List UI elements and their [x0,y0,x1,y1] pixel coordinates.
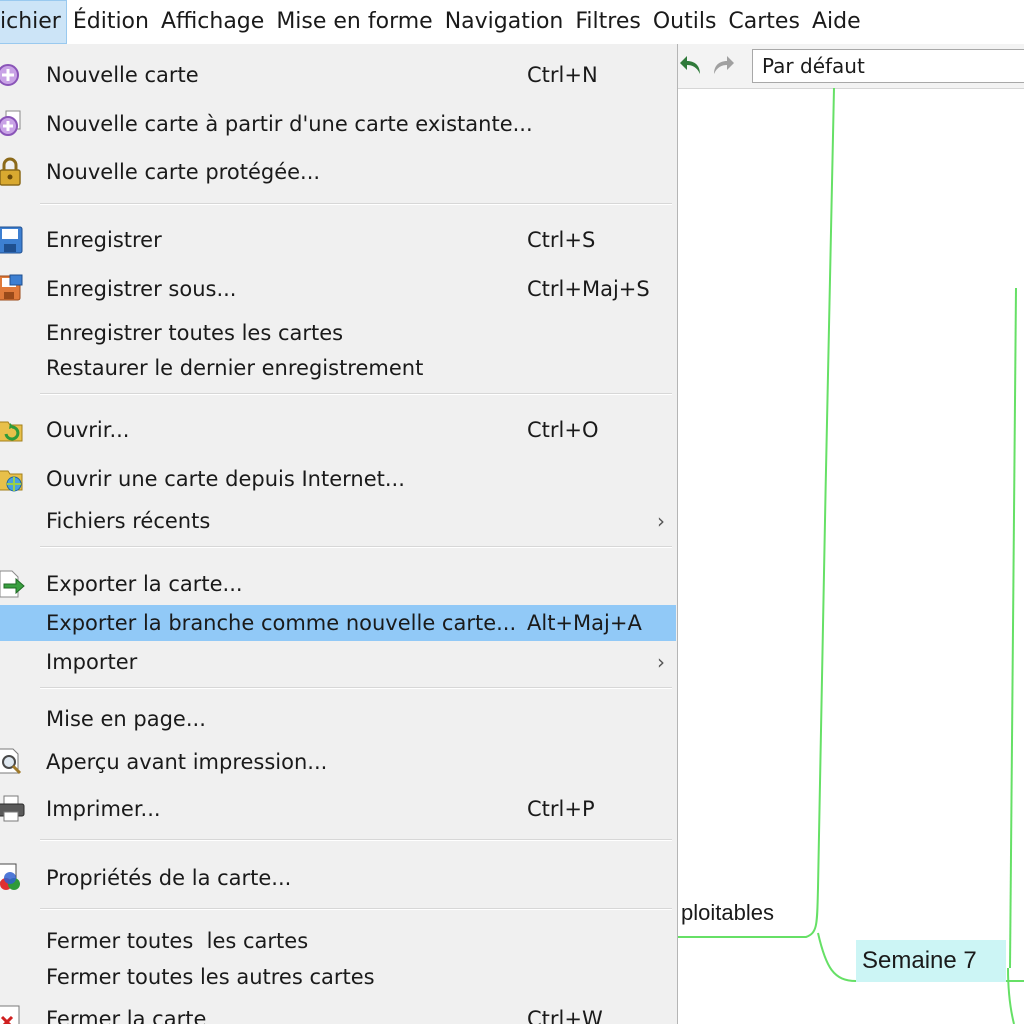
open-folder-icon [0,421,23,442]
menu-fichier[interactable]: ichier [0,0,67,44]
menu-item-ouvrir-internet[interactable]: Ouvrir une carte depuis Internet... [0,459,676,499]
menu-item-label: Mise en page... [46,707,206,731]
menu-item-fermer-carte[interactable]: Fermer la carte Ctrl+W [0,999,676,1024]
print-preview-icon [0,748,22,775]
menu-item-shortcut: Ctrl+N [527,63,598,87]
menu-item-label: Imprimer... [46,797,161,821]
menu-item-fermer-autres[interactable]: Fermer toutes les autres cartes [0,959,676,995]
menu-item-importer[interactable]: Importer › [0,644,676,680]
menu-item-label: Enregistrer sous... [46,277,237,301]
menu-outils[interactable]: Outils [647,0,723,44]
close-map-icon [0,1005,20,1024]
menu-separator [40,203,672,205]
menu-item-exporter-carte[interactable]: Exporter la carte... [0,564,676,604]
menu-edition[interactable]: Édition [67,0,155,44]
style-select[interactable]: Par défaut [752,49,1024,83]
printer-icon [0,795,25,822]
menu-separator [40,839,672,841]
menu-item-label: Fermer toutes les autres cartes [46,965,375,989]
new-map-icon [0,64,19,86]
mindmap-node-ploitables[interactable]: ploitables [681,898,774,928]
menu-item-label: Ouvrir... [46,418,130,442]
menu-separator [40,546,672,548]
menu-separator [40,908,672,910]
menu-item-restaurer[interactable]: Restaurer le dernier enregistrement [0,351,676,385]
menu-item-nouvelle-carte-protegee[interactable]: Nouvelle carte protégée... [0,152,676,192]
save-icon [0,226,23,254]
menu-item-shortcut: Ctrl+S [527,228,596,252]
menu-item-shortcut: Alt+Maj+A [527,611,642,635]
menu-item-enregistrer[interactable]: Enregistrer Ctrl+S [0,220,676,260]
menu-item-ouvrir[interactable]: Ouvrir... Ctrl+O [0,410,676,450]
undo-arrow-icon[interactable] [678,52,706,80]
menu-item-enregistrer-toutes[interactable]: Enregistrer toutes les cartes [0,316,676,350]
menu-item-shortcut: Ctrl+P [527,797,595,821]
menu-item-label: Enregistrer [46,228,162,252]
menu-item-label: Exporter la carte... [46,572,243,596]
save-as-icon [0,274,23,301]
menu-item-mise-en-page[interactable]: Mise en page... [0,701,676,737]
menu-item-nouvelle-carte-existante[interactable]: Nouvelle carte à partir d'une carte exis… [0,104,676,144]
menu-mise-en-forme[interactable]: Mise en forme [270,0,438,44]
menu-item-apercu-impression[interactable]: Aperçu avant impression... [0,742,676,782]
menu-separator [40,393,672,395]
submenu-chevron-icon: › [657,650,665,674]
new-map-from-existing-icon [0,110,21,136]
menu-bar: ichier Édition Affichage Mise en forme N… [0,0,1024,45]
menu-item-label: Nouvelle carte protégée... [46,160,321,184]
menu-item-label: Fermer la carte [46,1007,207,1024]
menu-item-label: Propriétés de la carte... [46,866,292,890]
submenu-chevron-icon: › [657,509,665,533]
menu-item-nouvelle-carte[interactable]: Nouvelle carte Ctrl+N [0,55,676,95]
menu-item-imprimer[interactable]: Imprimer... Ctrl+P [0,789,676,829]
menu-aide[interactable]: Aide [806,0,867,44]
menu-item-label: Ouvrir une carte depuis Internet... [46,467,405,491]
menu-item-fermer-toutes[interactable]: Fermer toutes les cartes [0,923,676,959]
menu-item-exporter-branche[interactable]: Exporter la branche comme nouvelle carte… [0,605,676,641]
map-properties-icon [0,863,20,890]
menu-item-shortcut: Ctrl+W [527,1007,603,1024]
menu-item-fichiers-recents[interactable]: Fichiers récents › [0,503,676,539]
menu-item-label: Importer [46,650,138,674]
menu-affichage[interactable]: Affichage [155,0,270,44]
menu-item-label: Aperçu avant impression... [46,750,328,774]
menu-item-proprietes-carte[interactable]: Propriétés de la carte... [0,858,676,898]
mindmap-canvas[interactable] [678,88,1024,1024]
menu-item-shortcut: Ctrl+Maj+S [527,277,650,301]
file-menu-dropdown: Nouvelle carte Ctrl+N Nouvelle carte à p… [0,44,678,1024]
mindmap-node-semaine-7[interactable]: Semaine 7 [856,940,1006,982]
menu-navigation[interactable]: Navigation [439,0,570,44]
menu-item-label: Restaurer le dernier enregistrement [46,356,424,380]
menu-item-label: Exporter la branche comme nouvelle carte… [46,611,517,635]
menu-item-label: Nouvelle carte [46,63,199,87]
open-internet-icon [0,470,23,492]
menu-filtres[interactable]: Filtres [569,0,646,44]
menu-item-enregistrer-sous[interactable]: Enregistrer sous... Ctrl+Maj+S [0,269,676,309]
lock-icon [0,157,21,186]
menu-item-label: Fermer toutes les cartes [46,929,309,953]
export-icon [0,570,25,598]
menu-item-label: Fichiers récents [46,509,211,533]
mindmap-edges [678,88,1024,1024]
menu-cartes[interactable]: Cartes [722,0,806,44]
menu-item-shortcut: Ctrl+O [527,418,599,442]
redo-arrow-icon[interactable] [708,52,736,80]
menu-item-label: Enregistrer toutes les cartes [46,321,344,345]
menu-separator [40,687,672,689]
menu-item-label: Nouvelle carte à partir d'une carte exis… [46,112,533,136]
